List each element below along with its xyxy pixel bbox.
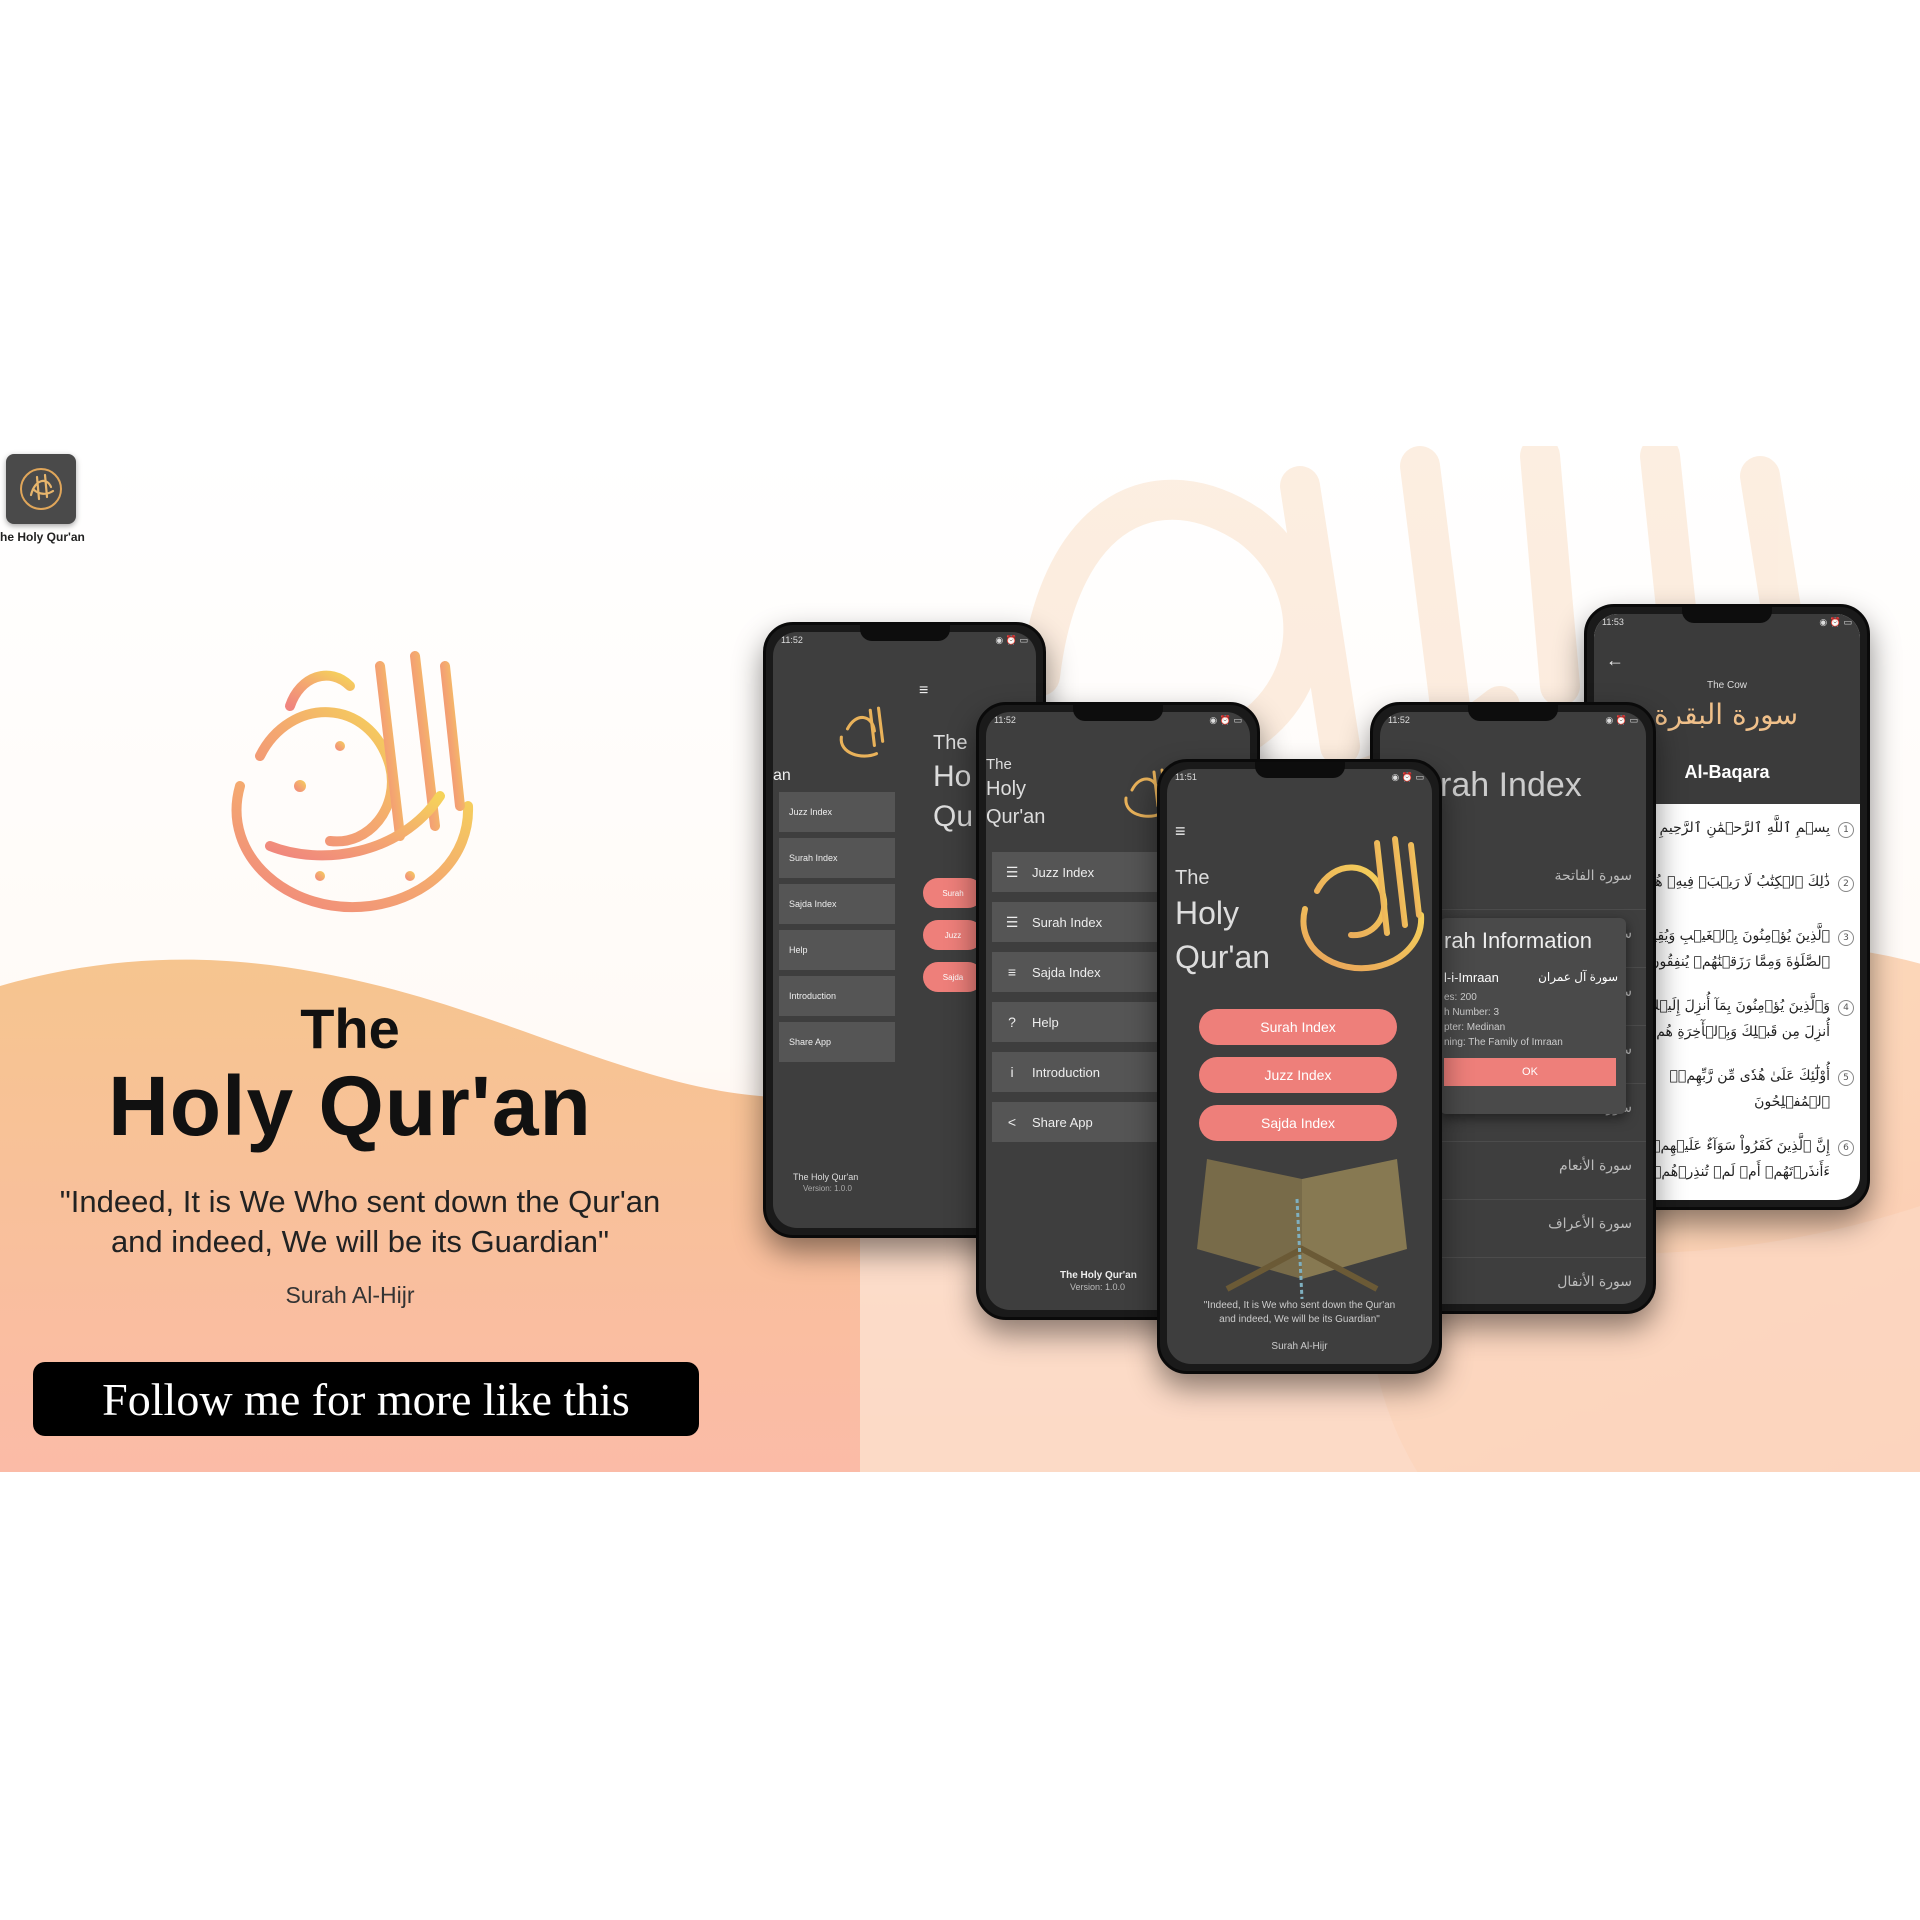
ayah-number: 4 <box>1838 1000 1854 1016</box>
calligraphy-logo-icon <box>20 468 62 510</box>
drawer-footer-title: The Holy Qur'an <box>793 1172 859 1182</box>
sajda-index-button[interactable]: Sajda <box>923 962 983 992</box>
menu-item-label: Juzz Index <box>1032 864 1095 880</box>
title-quran: Qur'an <box>986 806 1046 828</box>
ayah-number: 6 <box>1838 1140 1854 1156</box>
surah-name-ar: سورة الفاتحة <box>1554 868 1632 884</box>
ayah-text-line: أُوْلَٰٓئِكَ عَلَىٰ هُدٗى مِّن رَّبِّهِم… <box>1669 1068 1830 1084</box>
drawer-item-juzz-index[interactable]: Juzz Index <box>779 792 895 832</box>
ayah-text-line: وَٱلَّذِينَ يُؤۡمِنُونَ بِمَآ أُنزِلَ إِ… <box>1647 998 1830 1014</box>
dialog-details: es: 200 h Number: 3 pter: Medinan ning: … <box>1444 990 1563 1050</box>
drawer-item-help[interactable]: Help <box>779 930 895 970</box>
quran-calligraphy-logo <box>231 651 474 913</box>
phone-notch <box>1073 705 1163 721</box>
dialog-title: rah Information <box>1444 928 1592 953</box>
surah-index-header: rah Index <box>1440 766 1582 804</box>
list-icon: ☰ <box>1005 913 1019 930</box>
title-fragment-qu: Qu <box>933 800 974 833</box>
home-quote-source: Surah Al-Hijr <box>1271 1341 1328 1352</box>
menu-footer-title: The Holy Qur'an <box>1060 1270 1137 1281</box>
menu-item-label: Help <box>1032 1014 1059 1030</box>
phone-home-mockup: 11:51 ◉ ⏰ ▭ ≡ The Holy Qur'an Surah Index… <box>1157 759 1442 1374</box>
home-title-the: The <box>1175 867 1210 889</box>
app-icon-label: he Holy Qur'an <box>0 530 85 544</box>
surah-info-dialog: rah Information l-i-Imraan سورة آل عمران… <box>1440 918 1626 1114</box>
share-icon: < <box>1007 1114 1017 1130</box>
dialog-ok-button[interactable]: OK <box>1444 1058 1616 1086</box>
surah-name-ar: سورة الأنعام <box>1559 1158 1632 1174</box>
ayah-text-line: أُنزِلَ مِن قَبۡلِكَ وَبِٱلۡأٓخِرَةِ هُم… <box>1647 1024 1830 1040</box>
drawer-item-sajda-index[interactable]: Sajda Index <box>779 884 895 924</box>
phone-screen: 11:51 ◉ ⏰ ▭ ≡ The Holy Qur'an Surah Index… <box>1167 769 1432 1364</box>
phone-notch <box>859 625 950 641</box>
hero-quote: "Indeed, It is We Who sent down the Qur'… <box>30 1182 690 1262</box>
surah-name-ar: سورة الأعراف <box>1548 1216 1632 1232</box>
title-fragment-ho: Ho <box>933 760 972 793</box>
menu-item-label: Share App <box>1032 1114 1093 1130</box>
menu-footer-version: Version: 1.0.0 <box>1070 1282 1126 1292</box>
ayah-number: 1 <box>1838 822 1854 838</box>
juzz-index-button[interactable]: Juzz Index <box>1199 1057 1397 1093</box>
ayah-number: 2 <box>1838 876 1854 892</box>
surah-subtitle: The Cow <box>1706 680 1747 691</box>
drawer-item-introduction[interactable]: Introduction <box>779 976 895 1016</box>
surah-title-arabic: سورة البقرة <box>1654 698 1799 731</box>
dialog-detail-line: ning: The Family of Imraan <box>1444 1037 1563 1048</box>
ayah-text-line: ٱلۡمُفۡلِحُونَ <box>1754 1094 1830 1110</box>
surah-name-ar: سورة الأنفال <box>1557 1274 1632 1290</box>
ayah-text-line: ذَٰلِكَ ٱلۡكِتَٰبُ لَا رَيۡبَۛ فِيهِۛ هُ… <box>1636 874 1830 890</box>
surah-index-button[interactable]: Surah Index <box>1199 1009 1397 1045</box>
phone-notch <box>1254 762 1345 778</box>
left-edge-title-fragment: an <box>773 767 791 784</box>
home-title-quran: Qur'an <box>1175 939 1271 975</box>
drawer-item-surah-index[interactable]: Surah Index <box>779 838 895 878</box>
app-icon[interactable] <box>6 454 76 524</box>
home-quote-line2: and indeed, We will be its Guardian" <box>1219 1314 1380 1325</box>
hero-quote-source: Surah Al-Hijr <box>285 1282 415 1308</box>
hamburger-menu-icon[interactable]: ≡ <box>919 682 928 700</box>
back-arrow-icon[interactable]: ← <box>1606 650 1624 671</box>
menu-item-label: Sajda Index <box>1032 964 1101 980</box>
dialog-surah-name-en: l-i-Imraan <box>1444 970 1499 985</box>
hero-title: Holy Qur'an <box>108 1059 592 1153</box>
follow-button[interactable]: Follow me for more like this <box>33 1362 699 1436</box>
home-quote: "Indeed, It is We who sent down the Qur'… <box>1167 1299 1432 1327</box>
ayah-number: 3 <box>1838 930 1854 946</box>
sajda-index-button[interactable]: Sajda Index <box>1199 1105 1397 1141</box>
drawer-footer-version: Version: 1.0.0 <box>803 1184 852 1193</box>
hero-title-the: The <box>300 997 400 1060</box>
home-quote-line1: "Indeed, It is We who sent down the Qur'… <box>1203 1300 1396 1311</box>
info-icon: i <box>1010 1064 1014 1080</box>
surah-index-button[interactable]: Surah <box>923 878 983 908</box>
dialog-detail-line: es: 200 <box>1444 992 1477 1003</box>
open-book-illustration <box>1197 1159 1407 1299</box>
menu-item-label: Introduction <box>1032 1064 1100 1080</box>
hamburger-menu-icon[interactable]: ≡ <box>1175 821 1186 842</box>
drawer-item-share-app[interactable]: Share App <box>779 1022 895 1062</box>
dialog-surah-name-ar: سورة آل عمران <box>1538 970 1618 984</box>
juzz-index-button[interactable]: Juzz <box>923 920 983 950</box>
list-icon: ☰ <box>1005 863 1019 880</box>
calligraphy-logo-icon <box>1300 836 1425 972</box>
menu-item-label: Surah Index <box>1032 914 1103 930</box>
dialog-detail-line: pter: Medinan <box>1444 1022 1506 1033</box>
promo-banner: he Holy Qur'an The Holy Qur'an "Indeed, … <box>0 446 1920 1472</box>
ayah-text-line: بِسۡمِ ٱللَّهِ ٱلرَّحۡمَٰنِ ٱلرَّحِيمِ ٱ… <box>1633 820 1830 836</box>
hero-quote-line2: and indeed, We will be its Guardian" <box>110 1224 610 1259</box>
hero-quote-line1: "Indeed, It is We Who sent down the Qur'… <box>59 1184 661 1219</box>
home-title-holy: Holy <box>1175 895 1240 931</box>
title-holy: Holy <box>986 778 1027 800</box>
title-fragment-the: The <box>933 732 968 754</box>
ayah-text-line: إِنَّ ٱلَّذِينَ كَفَرُواْ سَوَآءٌ عَلَيۡ… <box>1652 1138 1830 1154</box>
align-icon: ≡ <box>1007 964 1017 980</box>
phone-notch <box>1682 607 1772 623</box>
ayah-text-line: ٱلصَّلَوٰةَ وَمِمَّا رَزَقۡنَٰهُمۡ يُنفِ… <box>1649 954 1830 970</box>
calligraphy-logo-icon <box>839 706 885 758</box>
ayah-text-line: ٱلَّذِينَ يُؤۡمِنُونَ بِٱلۡغَيۡبِ وَيُقِ… <box>1627 928 1830 944</box>
title-the: The <box>986 756 1012 773</box>
help-icon: ? <box>1008 1014 1016 1030</box>
phone-notch <box>1468 705 1558 721</box>
ayah-number: 5 <box>1838 1070 1854 1086</box>
dialog-detail-line: h Number: 3 <box>1444 1007 1500 1018</box>
